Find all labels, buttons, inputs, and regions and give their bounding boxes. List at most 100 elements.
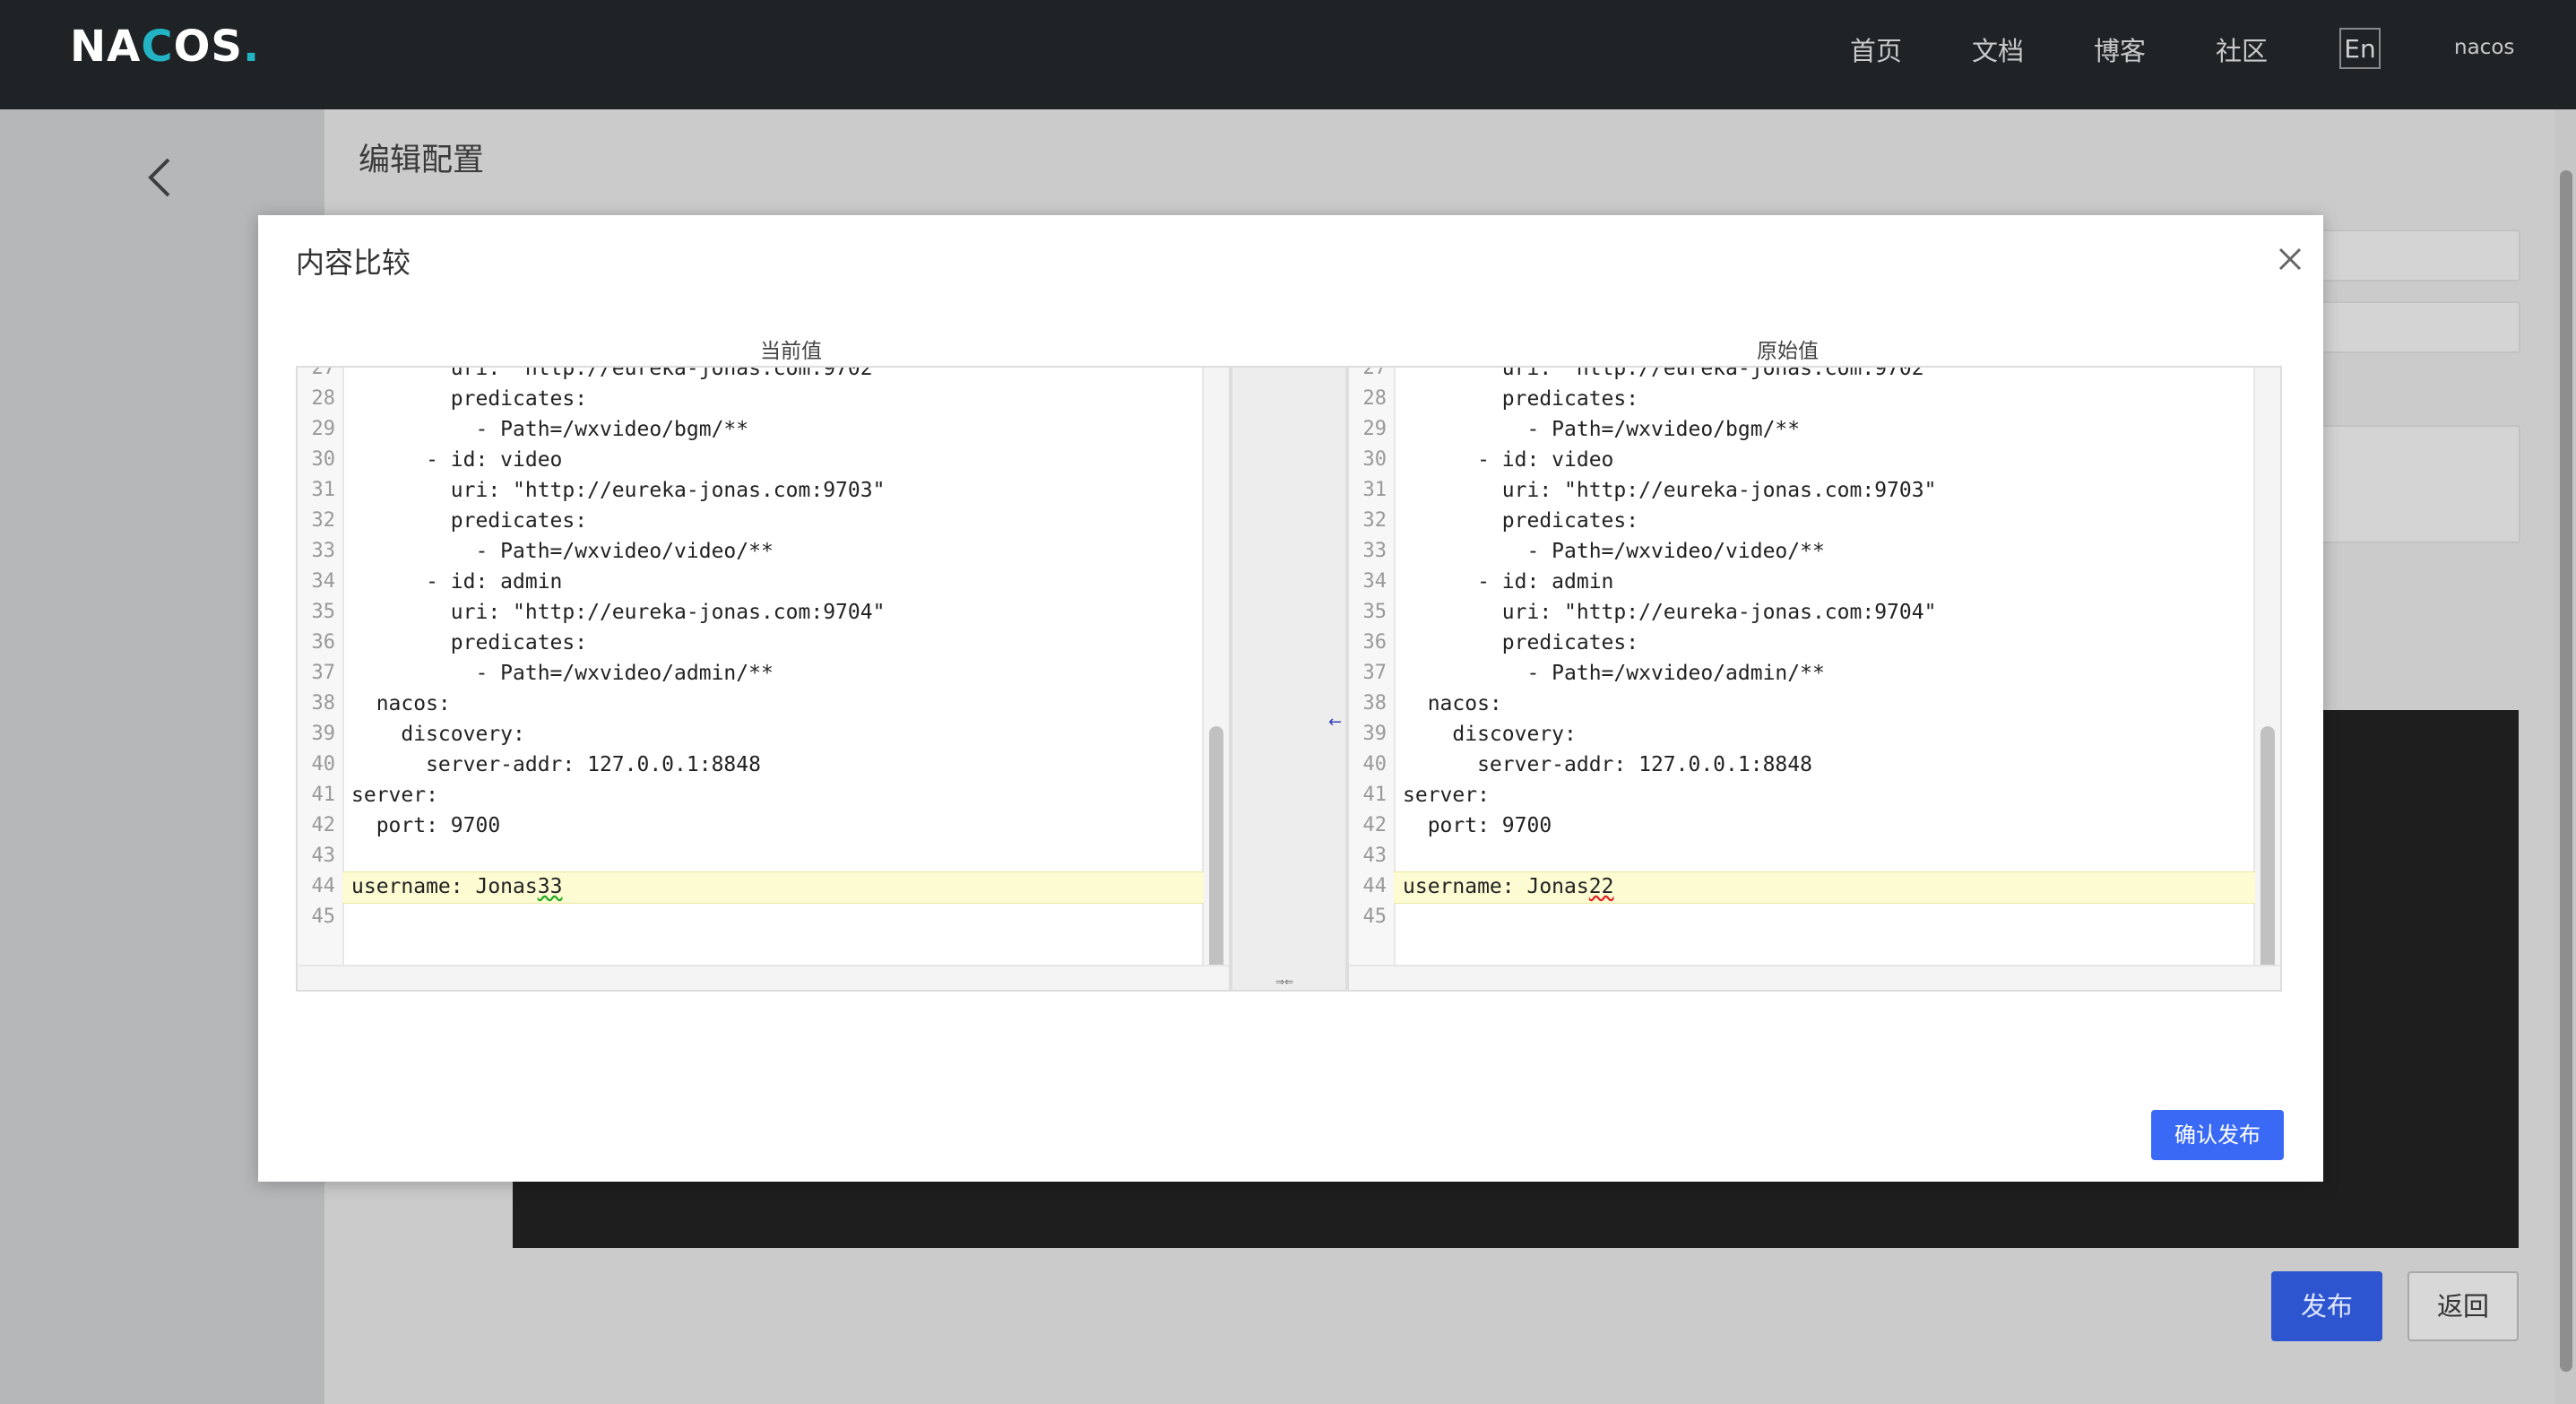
pane-scrollbar-thumb[interactable]	[2260, 726, 2275, 977]
code-text: uri: "http://eureka-jonas.com:9703"	[351, 479, 886, 502]
line-number: 41	[311, 784, 336, 806]
pane-horizontal-scrollbar[interactable]	[1349, 965, 2280, 990]
code-line[interactable]: - Path=/wxvideo/bgm/**	[1403, 414, 1800, 445]
code-text: discovery:	[351, 723, 525, 746]
code-line[interactable]: port: 9700	[351, 810, 500, 841]
nacos-logo[interactable]: NACOS.	[70, 22, 260, 72]
code-line[interactable]: uri: "http://eureka-jonas.com:9702"	[351, 366, 886, 384]
code-line[interactable]: server-addr: 127.0.0.1:8848	[1403, 750, 1812, 780]
nav-community[interactable]: 社区	[2216, 30, 2268, 68]
code-text: predicates:	[1403, 509, 1639, 533]
code-text: uri: "http://eureka-jonas.com:9704"	[1403, 601, 1937, 624]
code-line[interactable]: - Path=/wxvideo/admin/**	[351, 658, 774, 689]
code-line[interactable]: uri: "http://eureka-jonas.com:9704"	[1403, 597, 1937, 628]
code-line[interactable]: - id: video	[351, 445, 562, 475]
changed-text: 33	[537, 875, 563, 898]
code-line[interactable]: server:	[351, 780, 438, 810]
code-text: - id: video	[1403, 448, 1614, 472]
code-text: predicates:	[351, 631, 588, 654]
line-number: 37	[311, 662, 336, 684]
line-number: 41	[1362, 784, 1387, 806]
code-line[interactable]: - id: video	[1403, 445, 1613, 475]
code-line[interactable]: uri: "http://eureka-jonas.com:9703"	[351, 475, 886, 506]
line-number: 28	[311, 387, 336, 410]
background-input[interactable]	[2312, 301, 2520, 353]
code-text: - Path=/wxvideo/bgm/**	[1403, 418, 1801, 441]
code-line[interactable]: username: Jonas22	[1403, 871, 1613, 902]
return-button[interactable]: 返回	[2407, 1271, 2519, 1341]
line-number: 31	[311, 479, 336, 501]
code-text: - Path=/wxvideo/video/**	[351, 540, 774, 563]
code-text: uri: "http://eureka-jonas.com:9703"	[1403, 479, 1937, 502]
close-icon[interactable]	[2271, 240, 2307, 276]
code-line[interactable]: discovery:	[351, 719, 525, 750]
code-line[interactable]: predicates:	[351, 506, 587, 536]
merge-left-arrow-icon[interactable]: ←	[1328, 713, 1342, 732]
top-navbar: NACOS. 首页 文档 博客 社区 En nacos	[0, 0, 2576, 109]
code-text: nacos:	[351, 692, 451, 715]
back-arrow-icon[interactable]	[143, 154, 179, 204]
code-text: discovery:	[1403, 723, 1577, 746]
code-line[interactable]: uri: "http://eureka-jonas.com:9702"	[1403, 368, 1937, 384]
code-line[interactable]: predicates:	[1403, 628, 1638, 658]
page-scrollbar-thumb[interactable]	[2560, 170, 2572, 1372]
confirm-publish-button[interactable]: 确认发布	[2151, 1110, 2284, 1160]
line-number: 29	[311, 418, 336, 440]
code-line[interactable]: predicates:	[351, 384, 587, 414]
code-text: - Path=/wxvideo/bgm/**	[351, 418, 749, 441]
pane-horizontal-scrollbar[interactable]	[298, 965, 1229, 990]
code-line[interactable]: - id: admin	[351, 567, 562, 597]
language-toggle[interactable]: En	[2339, 28, 2381, 69]
line-number: 33	[311, 540, 336, 562]
code-text: port: 9700	[1403, 814, 1552, 837]
line-number: 43	[311, 845, 336, 867]
background-textarea[interactable]	[2312, 425, 2520, 543]
current-value-pane[interactable]: 27 uri: "http://eureka-jonas.com:9702" 28…	[296, 366, 1231, 992]
code-text: - Path=/wxvideo/admin/**	[351, 662, 774, 685]
current-value-title: 当前值	[760, 340, 822, 363]
code-text: uri: "http://eureka-jonas.com:9702"	[351, 366, 886, 380]
code-text: - id: video	[351, 448, 563, 472]
code-line[interactable]: discovery:	[1403, 719, 1577, 750]
code-line[interactable]: uri: "http://eureka-jonas.com:9703"	[1403, 475, 1937, 506]
line-number: 35	[1362, 601, 1387, 623]
background-input[interactable]	[2312, 230, 2520, 282]
line-number: 34	[311, 570, 336, 593]
code-text: username: Jonas	[1403, 875, 1589, 898]
code-line[interactable]: server-addr: 127.0.0.1:8848	[351, 750, 761, 780]
publish-button[interactable]: 发布	[2271, 1271, 2382, 1341]
code-line[interactable]: - Path=/wxvideo/admin/**	[1403, 658, 1825, 689]
code-line[interactable]: predicates:	[1403, 506, 1638, 536]
pane-scrollbar-thumb[interactable]	[1209, 726, 1223, 977]
gap-scroll-icon: ⇒⇐	[1275, 975, 1294, 988]
line-number: 45	[311, 906, 336, 928]
code-line[interactable]: nacos:	[1403, 689, 1502, 719]
code-line[interactable]: - Path=/wxvideo/bgm/**	[351, 414, 748, 445]
code-line[interactable]: port: 9700	[1403, 810, 1552, 841]
line-number: 32	[311, 509, 336, 532]
code-line[interactable]: username: Jonas33	[351, 871, 562, 902]
nav-home[interactable]: 首页	[1850, 30, 1902, 68]
merge-gap	[1231, 366, 1347, 992]
code-line[interactable]: - Path=/wxvideo/video/**	[1403, 536, 1824, 567]
line-number: 39	[311, 723, 336, 745]
code-line[interactable]: server:	[1403, 780, 1490, 810]
line-number: 33	[1362, 540, 1387, 562]
compare-dialog: 内容比较 当前值 原始值 27 uri: "http://eureka-jona…	[258, 215, 2323, 1182]
code-line[interactable]: nacos:	[351, 689, 451, 719]
code-line[interactable]: - id: admin	[1403, 567, 1613, 597]
nav-blog[interactable]: 博客	[2094, 30, 2146, 68]
user-name[interactable]: nacos	[2454, 36, 2514, 59]
line-number: 38	[311, 692, 336, 715]
code-text: - Path=/wxvideo/admin/**	[1403, 662, 1825, 685]
original-value-pane[interactable]: 27 uri: "http://eureka-jonas.com:9702" 28…	[1347, 366, 2282, 992]
code-line[interactable]: predicates:	[351, 628, 587, 658]
code-line[interactable]: - Path=/wxvideo/video/**	[351, 536, 774, 567]
nav-docs[interactable]: 文档	[1972, 30, 2024, 68]
code-line[interactable]: predicates:	[1403, 384, 1638, 414]
line-number: 30	[1362, 448, 1387, 471]
pane-scrollbar[interactable]	[1202, 368, 1229, 977]
pane-scrollbar[interactable]	[2253, 368, 2280, 977]
code-line[interactable]: uri: "http://eureka-jonas.com:9704"	[351, 597, 886, 628]
dialog-title: 内容比较	[296, 246, 411, 280]
